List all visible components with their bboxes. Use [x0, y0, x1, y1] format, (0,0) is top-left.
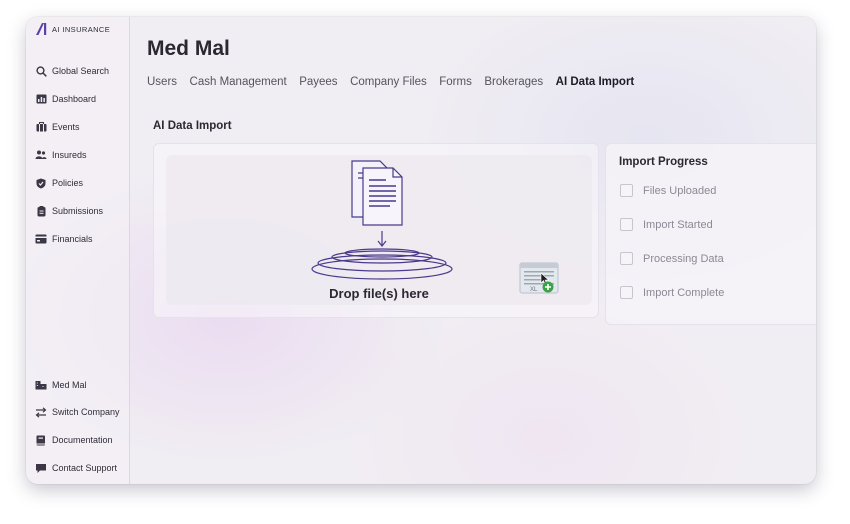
events-icon [35, 121, 47, 133]
sidebar-item-label: Documentation [52, 435, 113, 445]
tab-payees[interactable]: Payees [299, 76, 337, 88]
sidebar-item-contact-support[interactable]: Contact Support [35, 462, 117, 474]
switch-icon [35, 406, 47, 418]
app-window: AI INSURANCE Global Search Dashboard Eve… [26, 17, 816, 484]
tab-users[interactable]: Users [147, 76, 177, 88]
sidebar-item-med-mal[interactable]: Med Mal [35, 379, 87, 391]
insureds-icon [35, 149, 47, 161]
sidebar-item-insureds[interactable]: Insureds [35, 149, 87, 161]
progress-title: Import Progress [619, 156, 708, 168]
chat-icon [35, 462, 47, 474]
sidebar-item-label: Med Mal [52, 380, 87, 390]
tab-company-files[interactable]: Company Files [350, 76, 427, 88]
progress-step-import-complete: Import Complete [620, 286, 724, 299]
import-progress-panel: Import Progress Files Uploaded Import St… [605, 143, 816, 325]
sidebar-item-label: Policies [52, 178, 84, 188]
step-checkbox [620, 286, 633, 299]
sidebar-item-submissions[interactable]: Submissions [35, 205, 103, 217]
sidebar-item-dashboard[interactable]: Dashboard [35, 93, 96, 105]
sidebar-item-label: Global Search [52, 66, 110, 76]
progress-step-files-uploaded: Files Uploaded [620, 184, 716, 197]
step-label: Files Uploaded [643, 184, 717, 197]
page-title: Med Mal [147, 37, 230, 60]
sidebar-item-financials[interactable]: Financials [35, 233, 93, 245]
sidebar-item-documentation[interactable]: Documentation [35, 434, 113, 446]
sidebar: AI INSURANCE Global Search Dashboard Eve… [26, 17, 130, 484]
step-checkbox [620, 218, 633, 231]
tab-ai-data-import[interactable]: AI Data Import [556, 76, 635, 88]
logo-text: AI INSURANCE [52, 24, 111, 34]
step-label: Import Complete [643, 286, 725, 299]
file-drop-zone[interactable]: XL Drop file(s) here [166, 155, 592, 305]
sidebar-item-policies[interactable]: Policies [35, 177, 83, 189]
sidebar-item-global-search[interactable]: Global Search [35, 65, 109, 77]
sidebar-item-label: Events [52, 122, 80, 132]
section-title: AI Data Import [153, 120, 232, 132]
submissions-icon [35, 205, 47, 217]
sidebar-item-label: Financials [52, 234, 93, 244]
tab-cash-management[interactable]: Cash Management [190, 76, 287, 88]
step-label: Processing Data [643, 252, 724, 265]
drop-instruction: Drop file(s) here [329, 286, 429, 301]
step-checkbox [620, 184, 633, 197]
sidebar-item-label: Switch Company [52, 407, 120, 417]
sidebar-item-label: Insureds [52, 150, 87, 160]
sidebar-item-label: Contact Support [52, 463, 118, 473]
dashboard-icon [35, 93, 47, 105]
logo-mark-icon [36, 23, 47, 35]
tab-forms[interactable]: Forms [439, 76, 472, 88]
step-checkbox [620, 252, 633, 265]
progress-step-import-started: Import Started [620, 218, 713, 231]
tab-brokerages[interactable]: Brokerages [484, 76, 543, 88]
sidebar-item-switch-company[interactable]: Switch Company [35, 406, 120, 418]
sidebar-item-label: Submissions [52, 206, 104, 216]
shield-icon [35, 177, 47, 189]
main-content: Med Mal Users Cash Management Payees Com… [130, 17, 816, 484]
sidebar-item-label: Dashboard [52, 94, 97, 104]
tab-bar: Users Cash Management Payees Company Fil… [147, 76, 647, 88]
company-icon [35, 379, 47, 391]
step-label: Import Started [643, 218, 713, 231]
sidebar-item-events[interactable]: Events [35, 121, 80, 133]
import-panel: XL Drop file(s) here [153, 143, 599, 318]
progress-step-processing-data: Processing Data [620, 252, 724, 265]
book-icon [35, 434, 47, 446]
brand-logo[interactable]: AI INSURANCE [35, 22, 110, 36]
financials-icon [35, 233, 47, 245]
search-icon [35, 65, 47, 77]
upload-illustration-icon [311, 160, 453, 280]
